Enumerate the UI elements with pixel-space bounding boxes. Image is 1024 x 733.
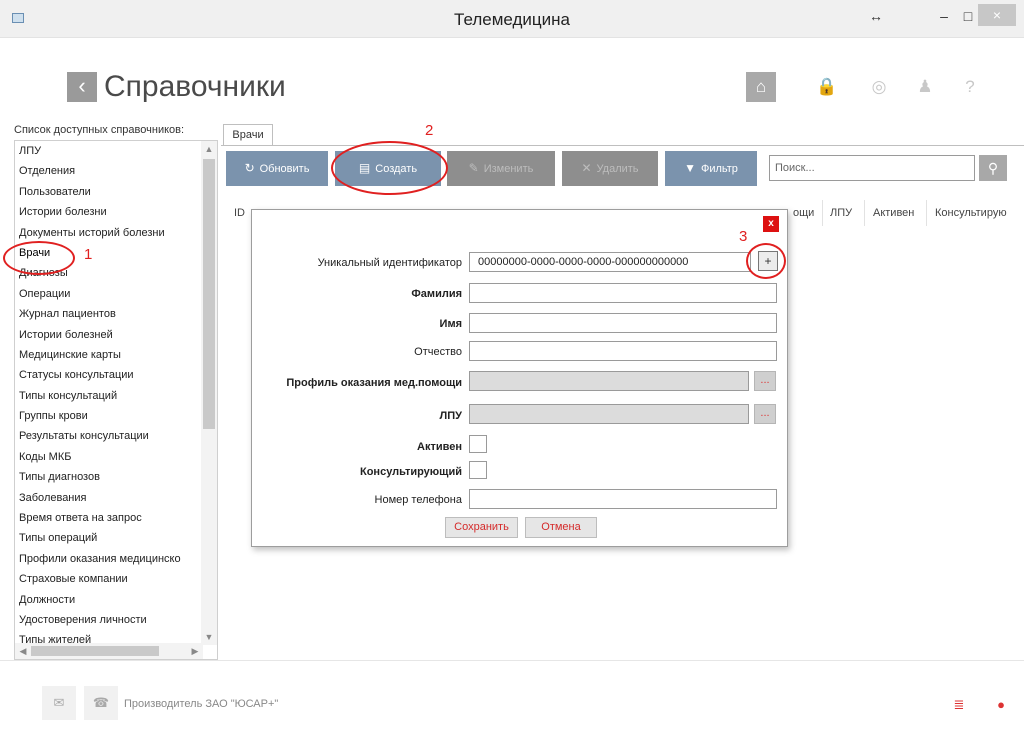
footer-divider: [0, 660, 1024, 661]
sidebar-item[interactable]: Отделения: [15, 161, 203, 181]
sidebar-list: ЛПУ Отделения Пользователи Истории болезни Д…: [15, 141, 203, 651]
cancel-button[interactable]: Отмена: [525, 517, 597, 538]
filter-icon: ▼: [684, 161, 696, 175]
column-divider: [926, 200, 927, 226]
lock-icon[interactable]: 🔒: [812, 72, 842, 102]
scroll-up-icon[interactable]: ▲: [201, 141, 217, 157]
dialog-close-button[interactable]: x: [763, 216, 779, 232]
sidebar-vertical-scrollbar[interactable]: ▲ ▼: [201, 141, 217, 645]
annotation-number-3: 3: [739, 228, 748, 245]
sidebar-caption: Список доступных справочников:: [14, 124, 185, 136]
window-titlebar: Телемедицина ↔ – □ ×: [0, 0, 1024, 38]
scroll-right-icon[interactable]: ▶: [187, 643, 203, 659]
database-icon[interactable]: ≣: [948, 696, 970, 714]
delete-button[interactable]: ✕ Удалить: [562, 151, 658, 186]
settings-icon[interactable]: ◎: [864, 72, 894, 102]
sidebar-item[interactable]: Пользователи: [15, 182, 203, 202]
page-title: Справочники: [104, 70, 286, 103]
refresh-button[interactable]: ↻ Обновить: [226, 151, 328, 186]
sidebar-item[interactable]: Медицинские карты: [15, 345, 203, 365]
annotation-number-2: 2: [425, 122, 434, 139]
active-label: Активен: [417, 441, 462, 453]
sidebar-scroll-thumb[interactable]: [203, 159, 215, 429]
surname-label: Фамилия: [411, 288, 462, 300]
column-lpu[interactable]: ЛПУ: [830, 207, 852, 219]
column-divider: [822, 200, 823, 226]
phone-label: Номер телефона: [374, 494, 462, 506]
sidebar-item[interactable]: Заболевания: [15, 488, 203, 508]
sidebar-item[interactable]: Статусы консультации: [15, 365, 203, 385]
tab-doctors[interactable]: Врачи: [223, 124, 273, 146]
home-icon[interactable]: ⌂: [746, 72, 776, 102]
producer-text: Производитель ЗАО "ЮСАР+": [124, 698, 279, 710]
sidebar-item[interactable]: Истории болезней: [15, 325, 203, 345]
help-icon[interactable]: ?: [955, 72, 985, 102]
filter-button[interactable]: ▼ Фильтр: [665, 151, 757, 186]
scroll-left-icon[interactable]: ◀: [15, 643, 31, 659]
annotation-number-1: 1: [84, 246, 93, 263]
sidebar-item[interactable]: Должности: [15, 590, 203, 610]
active-checkbox[interactable]: [469, 435, 487, 453]
column-active[interactable]: Активен: [873, 207, 914, 219]
surname-field[interactable]: [469, 283, 777, 303]
patronymic-field[interactable]: [469, 341, 777, 361]
sidebar-item[interactable]: Коды МКБ: [15, 447, 203, 467]
lpu-browse-button[interactable]: ...: [754, 404, 776, 424]
sidebar-item[interactable]: ЛПУ: [15, 141, 203, 161]
close-window-button[interactable]: ×: [978, 4, 1016, 26]
lpu-field[interactable]: [469, 404, 749, 424]
name-label: Имя: [439, 318, 462, 330]
lpu-label: ЛПУ: [439, 410, 462, 422]
edit-icon: ✎: [468, 161, 479, 175]
sidebar-item[interactable]: Результаты консультации: [15, 426, 203, 446]
phone-field[interactable]: [469, 489, 777, 509]
sidebar-item[interactable]: Документы историй болезни: [15, 223, 203, 243]
patronymic-label: Отчество: [414, 346, 462, 358]
sidebar-item[interactable]: Страховые компании: [15, 569, 203, 589]
restore-icon[interactable]: ↔: [862, 8, 890, 24]
annotation-ellipse-doctors: [3, 241, 75, 275]
edit-button[interactable]: ✎ Изменить: [447, 151, 555, 186]
sidebar-item[interactable]: Группы крови: [15, 406, 203, 426]
sidebar-item[interactable]: Журнал пациентов: [15, 304, 203, 324]
phone-icon[interactable]: ☎: [84, 686, 118, 720]
profile-field[interactable]: [469, 371, 749, 391]
column-divider: [864, 200, 865, 226]
annotation-ellipse-plus: [746, 243, 786, 279]
consulting-label: Консультирующий: [360, 466, 462, 478]
name-field[interactable]: [469, 313, 777, 333]
consulting-checkbox[interactable]: [469, 461, 487, 479]
scroll-down-icon[interactable]: ▼: [201, 629, 217, 645]
user-icon[interactable]: ♟: [910, 72, 940, 102]
reference-list: ЛПУ Отделения Пользователи Истории болезни Д…: [14, 140, 218, 660]
profile-browse-button[interactable]: ...: [754, 371, 776, 391]
annotation-ellipse-create: [331, 141, 448, 195]
sidebar-item[interactable]: Типы консультаций: [15, 386, 203, 406]
sidebar-horizontal-scrollbar[interactable]: ◀ ▶: [15, 643, 203, 659]
sidebar-item[interactable]: Время ответа на запрос: [15, 508, 203, 528]
profile-label: Профиль оказания мед.помощи: [286, 377, 462, 389]
search-icon[interactable]: ⚲: [979, 155, 1007, 181]
back-button[interactable]: ‹: [67, 72, 97, 102]
uid-field[interactable]: 00000000-0000-0000-0000-000000000000: [469, 252, 751, 272]
sidebar-item[interactable]: Удостоверения личности: [15, 610, 203, 630]
sidebar-item[interactable]: Истории болезни: [15, 202, 203, 222]
sidebar-item[interactable]: Типы диагнозов: [15, 467, 203, 487]
sidebar-item[interactable]: Профили оказания медицинско: [15, 549, 203, 569]
refresh-icon: ↻: [244, 161, 255, 175]
globe-icon[interactable]: ●: [990, 696, 1012, 714]
column-consulting-partial[interactable]: ощи: [793, 207, 814, 219]
mail-icon[interactable]: ✉: [42, 686, 76, 720]
column-consulting[interactable]: Консультирую: [935, 207, 1007, 219]
column-id[interactable]: ID: [234, 207, 245, 219]
search-input[interactable]: [769, 155, 975, 181]
sidebar-item[interactable]: Типы операций: [15, 528, 203, 548]
sidebar-item[interactable]: Операции: [15, 284, 203, 304]
uid-label: Уникальный идентификатор: [317, 257, 462, 269]
save-button[interactable]: Сохранить: [445, 517, 518, 538]
delete-icon: ✕: [581, 161, 592, 175]
sidebar-hscroll-thumb[interactable]: [31, 646, 159, 656]
